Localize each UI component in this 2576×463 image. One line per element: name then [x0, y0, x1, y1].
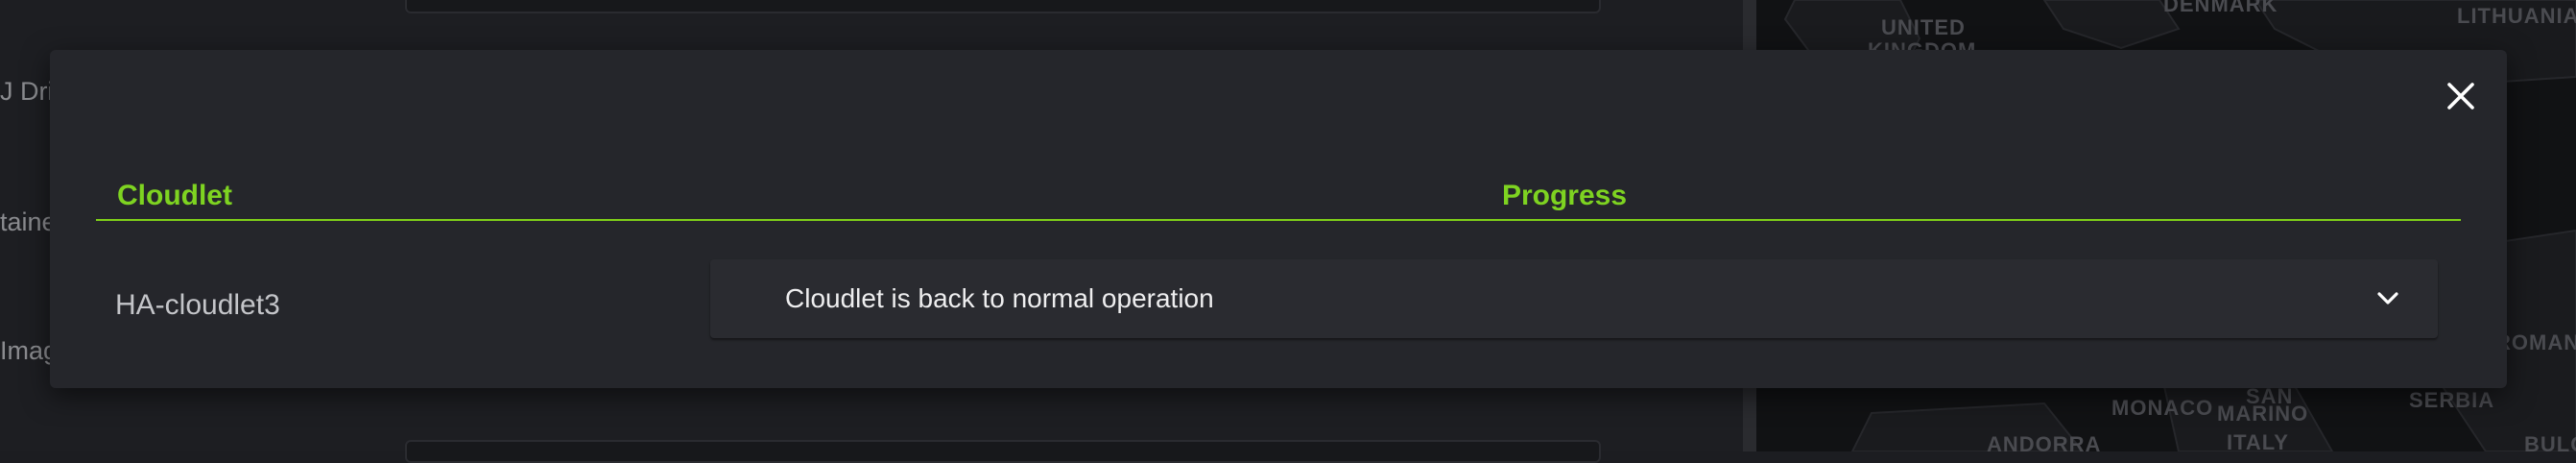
map-label: ITALY [2227, 430, 2289, 451]
background-input [405, 440, 1601, 463]
map-label: SERBIA [2409, 388, 2495, 412]
map-label: ANDORRA [1987, 432, 2102, 451]
map-label: MARINO [2217, 402, 2309, 426]
cloudlet-name-cell: HA-cloudlet3 [115, 289, 280, 321]
background-label: taine [0, 207, 57, 236]
close-icon [2447, 83, 2474, 110]
progress-status-text: Cloudlet is back to normal operation [785, 283, 1214, 313]
chevron-down-icon [2377, 292, 2398, 305]
background-input [405, 0, 1601, 13]
progress-accordion[interactable]: Cloudlet is back to normal operation [710, 259, 2438, 338]
map-label: ROMANI [2495, 330, 2576, 354]
close-button[interactable] [2438, 73, 2484, 119]
column-header-cloudlet: Cloudlet [117, 180, 232, 211]
table-header: Cloudlet Progress [96, 173, 2461, 221]
cloudlet-progress-dialog: Cloudlet Progress HA-cloudlet3 Cloudlet … [50, 50, 2507, 388]
column-header-progress: Progress [1501, 180, 1628, 211]
map-label: MONACO [2111, 396, 2214, 420]
map-label: LITHUANIA [2457, 4, 2576, 28]
map-label: DENMARK [2163, 0, 2278, 16]
map-label: BULG [2524, 432, 2576, 451]
map-label: UNITED [1881, 15, 1966, 39]
